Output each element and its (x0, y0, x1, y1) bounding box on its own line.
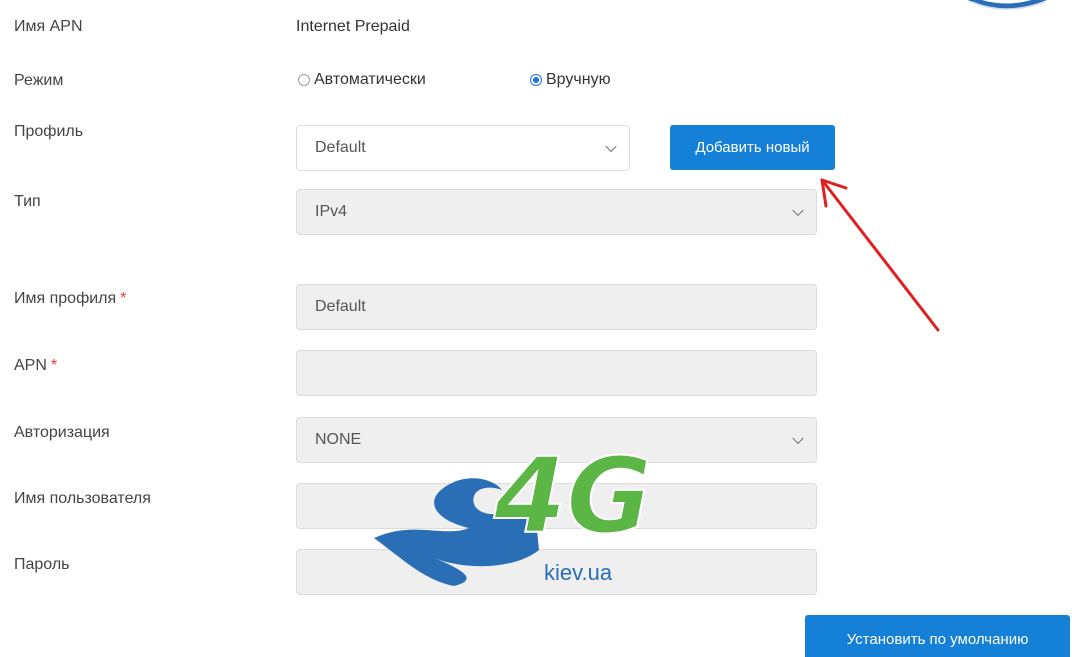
type-label: Тип (14, 193, 41, 210)
corner-logo (967, 0, 1047, 10)
logo-4g-text: 4G (493, 435, 652, 557)
profile-selected-value: Default (315, 139, 366, 156)
mode-radio-auto-label: Автоматически (314, 71, 426, 88)
apn-name-label: Имя APN (14, 18, 83, 35)
red-arrow-annotation (820, 178, 940, 332)
add-profile-button[interactable]: Добавить новый (670, 125, 835, 170)
auth-selected-value: NONE (315, 431, 362, 448)
required-mark: * (50, 357, 58, 374)
apn-settings-page: Имя APN Internet Prepaid Режим Автоматич… (0, 0, 1072, 657)
apn-name-value: Internet Prepaid (296, 18, 410, 35)
set-default-button[interactable]: Установить по умолчанию (805, 615, 1070, 657)
password-label: Пароль (14, 556, 70, 573)
type-select[interactable]: IPv4 (296, 189, 817, 235)
profile-select[interactable]: Default (296, 125, 630, 171)
radio-unchecked-icon (298, 74, 310, 86)
apn-label: APN * (14, 357, 57, 375)
profile-name-label-text: Имя профиля (14, 290, 117, 307)
apn-label-text: APN (14, 357, 47, 374)
required-mark: * (120, 290, 127, 307)
profile-name-value: Default (315, 298, 366, 315)
username-label: Имя пользователя (14, 490, 151, 507)
mode-radio-manual-label: Вручную (546, 71, 611, 88)
mode-label: Режим (14, 72, 64, 89)
type-selected-value: IPv4 (315, 203, 348, 220)
logo-site-text: kiev.ua (544, 560, 613, 585)
radio-checked-icon (530, 74, 542, 86)
profile-name-input[interactable]: Default (296, 284, 817, 330)
chevron-down-icon (792, 204, 804, 217)
mode-radio-auto[interactable]: Автоматически (298, 71, 426, 89)
apn-input[interactable] (296, 350, 817, 396)
profile-label: Профиль (14, 123, 84, 140)
mode-radio-manual[interactable]: Вручную (530, 71, 611, 89)
auth-label: Авторизация (14, 424, 110, 441)
chevron-down-icon (792, 432, 804, 445)
chevron-down-icon (605, 140, 617, 153)
watermark-logo: 4G kiev.ua (374, 434, 653, 586)
profile-name-label: Имя профиля * (14, 290, 126, 308)
